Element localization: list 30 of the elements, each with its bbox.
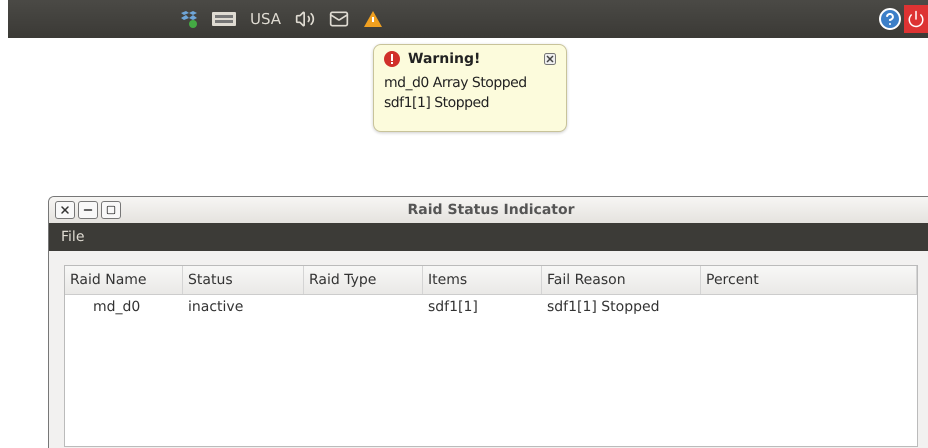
- keyboard-icon[interactable]: [212, 12, 236, 26]
- menu-item[interactable]: File: [55, 229, 90, 245]
- power-icon: [907, 10, 925, 28]
- notification-title: Warning!: [408, 51, 482, 67]
- warning-icon[interactable]: [363, 10, 384, 28]
- notification-text: md_d0 Array Stopped: [384, 74, 528, 93]
- table-cell-text: sdf1[1] Stopped: [546, 298, 661, 317]
- keyboard-layout[interactable]: USA: [250, 10, 282, 28]
- envelope-icon[interactable]: [329, 9, 350, 29]
- help-icon[interactable]: [878, 7, 902, 31]
- column-header[interactable]: Status: [183, 266, 304, 294]
- column-header[interactable]: Raid Name: [65, 266, 183, 294]
- close-button[interactable]: [55, 201, 75, 219]
- error-icon: [384, 51, 400, 67]
- minimize-button[interactable]: [78, 201, 98, 219]
- table-cell-text: md_d0: [92, 298, 142, 317]
- column-header[interactable]: Percent: [701, 266, 917, 294]
- window-title: Raid Status Indicator: [406, 202, 576, 218]
- maximize-icon: [106, 205, 116, 215]
- speaker-icon[interactable]: [295, 9, 316, 29]
- power-button[interactable]: [904, 5, 928, 33]
- table-cell-text: sdf1[1]: [427, 298, 479, 317]
- table-cell-text: inactive: [187, 298, 244, 317]
- column-header[interactable]: Fail Reason: [542, 266, 701, 294]
- close-icon: [59, 204, 71, 216]
- column-header[interactable]: Raid Type: [304, 266, 423, 294]
- close-icon[interactable]: [544, 53, 556, 65]
- column-header[interactable]: Items: [423, 266, 542, 294]
- maximize-button[interactable]: [101, 201, 121, 219]
- notification-text: sdf1[1] Stopped: [384, 94, 490, 113]
